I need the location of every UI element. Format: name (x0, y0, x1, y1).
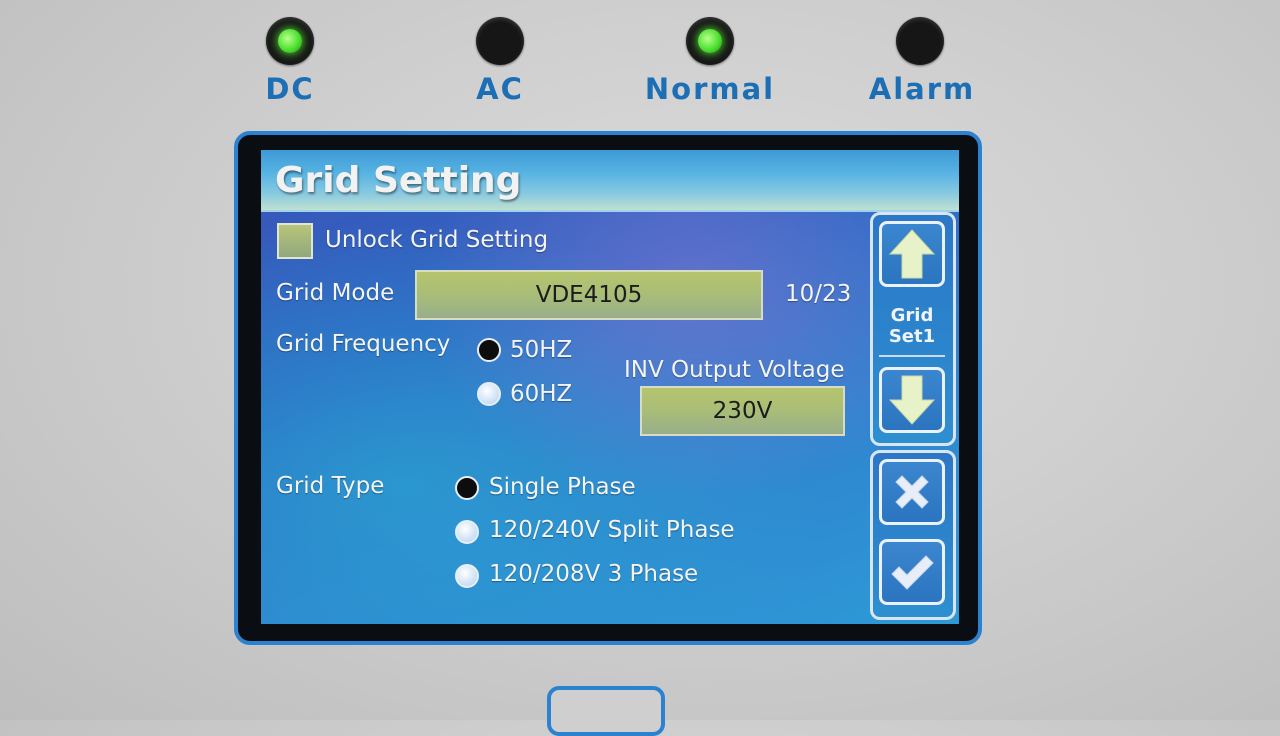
unlock-grid-setting-checkbox[interactable] (277, 223, 313, 259)
grid-type-split-phase-radio[interactable] (455, 520, 479, 544)
alarm-indicator-led (896, 17, 944, 65)
title-bar: Grid Setting (261, 150, 959, 212)
alarm-indicator-label: Alarm (868, 72, 976, 106)
grid-frequency-label: Grid Frequency (276, 331, 451, 357)
lcd-screen: Grid Setting Unlock Grid Setting Grid Mo… (261, 150, 959, 624)
inv-output-voltage-label: INV Output Voltage (624, 357, 845, 383)
grid-type-label: Grid Type (276, 473, 385, 499)
grid-mode-field[interactable]: VDE4105 (415, 270, 763, 320)
frequency-60hz-label: 60HZ (510, 381, 573, 407)
frequency-60hz-radio[interactable] (477, 382, 501, 406)
grid-mode-counter: 10/23 (785, 281, 852, 307)
panel-divider (879, 355, 945, 357)
page-label-line2: Set1 (888, 326, 936, 347)
arrow-down-icon (888, 375, 936, 425)
grid-type-3-phase-label: 120/208V 3 Phase (489, 561, 699, 587)
page-title: Grid Setting (275, 160, 522, 201)
grid-mode-value: VDE4105 (535, 282, 643, 308)
dc-indicator-label: DC (265, 72, 315, 106)
arrow-up-icon (888, 229, 936, 279)
inv-output-voltage-value: 230V (712, 398, 773, 424)
grid-mode-label: Grid Mode (276, 280, 395, 306)
hardware-button[interactable] (547, 686, 665, 736)
ac-indicator-label: AC (476, 72, 524, 106)
inv-output-voltage-field[interactable]: 230V (640, 386, 845, 436)
check-icon (891, 555, 934, 590)
frequency-50hz-radio[interactable] (477, 338, 501, 362)
close-icon (895, 475, 929, 509)
action-panel (870, 450, 956, 620)
normal-indicator-led (686, 17, 734, 65)
confirm-button[interactable] (879, 539, 945, 605)
cancel-button[interactable] (879, 459, 945, 525)
grid-type-single-phase-radio[interactable] (455, 476, 479, 500)
grid-type-split-phase-label: 120/240V Split Phase (489, 517, 735, 543)
ac-indicator-led (476, 17, 524, 65)
unlock-grid-setting-label: Unlock Grid Setting (325, 227, 549, 253)
normal-indicator-label: Normal (644, 72, 776, 106)
page-label-line1: Grid (890, 305, 934, 326)
dc-indicator-led (266, 17, 314, 65)
frequency-50hz-label: 50HZ (510, 337, 573, 363)
page-navigation-panel: Grid Set1 (870, 212, 956, 446)
page-up-button[interactable] (879, 221, 945, 287)
page-down-button[interactable] (879, 367, 945, 433)
grid-type-3-phase-radio[interactable] (455, 564, 479, 588)
grid-type-single-phase-label: Single Phase (489, 474, 636, 500)
